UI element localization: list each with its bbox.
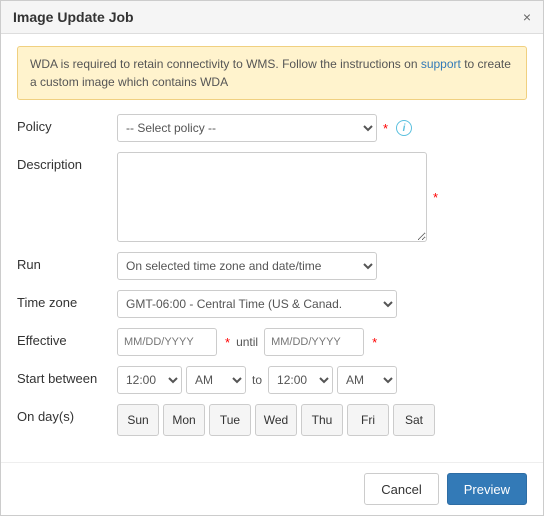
effective-inputs: * until * — [117, 328, 377, 356]
support-link[interactable]: support — [421, 57, 461, 71]
day-button-fri[interactable]: Fri — [347, 404, 389, 436]
preview-button[interactable]: Preview — [447, 473, 527, 505]
effective-label: Effective — [17, 328, 117, 348]
start-between-row: Start between 12:00 AM to 12:00 AM — [17, 366, 527, 394]
on-days-control-wrap: SunMonTueWedThuFriSat — [117, 404, 527, 436]
day-button-tue[interactable]: Tue — [209, 404, 251, 436]
start-between-control-wrap: 12:00 AM to 12:00 AM — [117, 366, 527, 394]
run-row: Run On selected time zone and date/time — [17, 252, 527, 280]
policy-label: Policy — [17, 114, 117, 134]
timezone-row: Time zone GMT-06:00 - Central Time (US &… — [17, 290, 527, 318]
policy-required: * — [383, 121, 388, 136]
policy-info-icon[interactable]: i — [396, 120, 412, 136]
until-label: until — [236, 335, 258, 349]
dialog-footer: Cancel Preview — [1, 462, 543, 515]
alert-box: WDA is required to retain connectivity t… — [17, 46, 527, 100]
day-button-wed[interactable]: Wed — [255, 404, 297, 436]
run-control-wrap: On selected time zone and date/time — [117, 252, 527, 280]
description-textarea[interactable] — [117, 152, 427, 242]
description-control-wrap: * — [117, 152, 527, 242]
cancel-button[interactable]: Cancel — [364, 473, 438, 505]
days-buttons: SunMonTueWedThuFriSat — [117, 404, 435, 436]
effective-start-required: * — [225, 335, 230, 350]
dialog-body: WDA is required to retain connectivity t… — [1, 34, 543, 462]
description-required: * — [433, 190, 438, 205]
start-ampm-select[interactable]: AM — [186, 366, 246, 394]
close-button[interactable]: × — [523, 10, 531, 24]
effective-row: Effective * until * — [17, 328, 527, 356]
alert-text-before: WDA is required to retain connectivity t… — [30, 57, 421, 71]
effective-end-date[interactable] — [264, 328, 364, 356]
run-select[interactable]: On selected time zone and date/time — [117, 252, 377, 280]
to-label: to — [250, 373, 264, 387]
dialog-title: Image Update Job — [13, 9, 134, 25]
start-between-inputs: 12:00 AM to 12:00 AM — [117, 366, 397, 394]
policy-select[interactable]: -- Select policy -- — [117, 114, 377, 142]
effective-end-required: * — [372, 335, 377, 350]
timezone-select[interactable]: GMT-06:00 - Central Time (US & Canad. — [117, 290, 397, 318]
start-between-label: Start between — [17, 366, 117, 386]
description-label: Description — [17, 152, 117, 172]
image-update-dialog: Image Update Job × WDA is required to re… — [0, 0, 544, 516]
end-hour-select[interactable]: 12:00 — [268, 366, 333, 394]
policy-row: Policy -- Select policy -- * i — [17, 114, 527, 142]
timezone-label: Time zone — [17, 290, 117, 310]
on-days-row: On day(s) SunMonTueWedThuFriSat — [17, 404, 527, 436]
policy-control-wrap: -- Select policy -- * i — [117, 114, 527, 142]
day-button-sat[interactable]: Sat — [393, 404, 435, 436]
day-button-mon[interactable]: Mon — [163, 404, 205, 436]
effective-control-wrap: * until * — [117, 328, 527, 356]
run-label: Run — [17, 252, 117, 272]
effective-start-date[interactable] — [117, 328, 217, 356]
end-ampm-select[interactable]: AM — [337, 366, 397, 394]
timezone-control-wrap: GMT-06:00 - Central Time (US & Canad. — [117, 290, 527, 318]
dialog-header: Image Update Job × — [1, 1, 543, 34]
on-days-label: On day(s) — [17, 404, 117, 424]
day-button-sun[interactable]: Sun — [117, 404, 159, 436]
day-button-thu[interactable]: Thu — [301, 404, 343, 436]
description-row: Description * — [17, 152, 527, 242]
start-hour-select[interactable]: 12:00 — [117, 366, 182, 394]
